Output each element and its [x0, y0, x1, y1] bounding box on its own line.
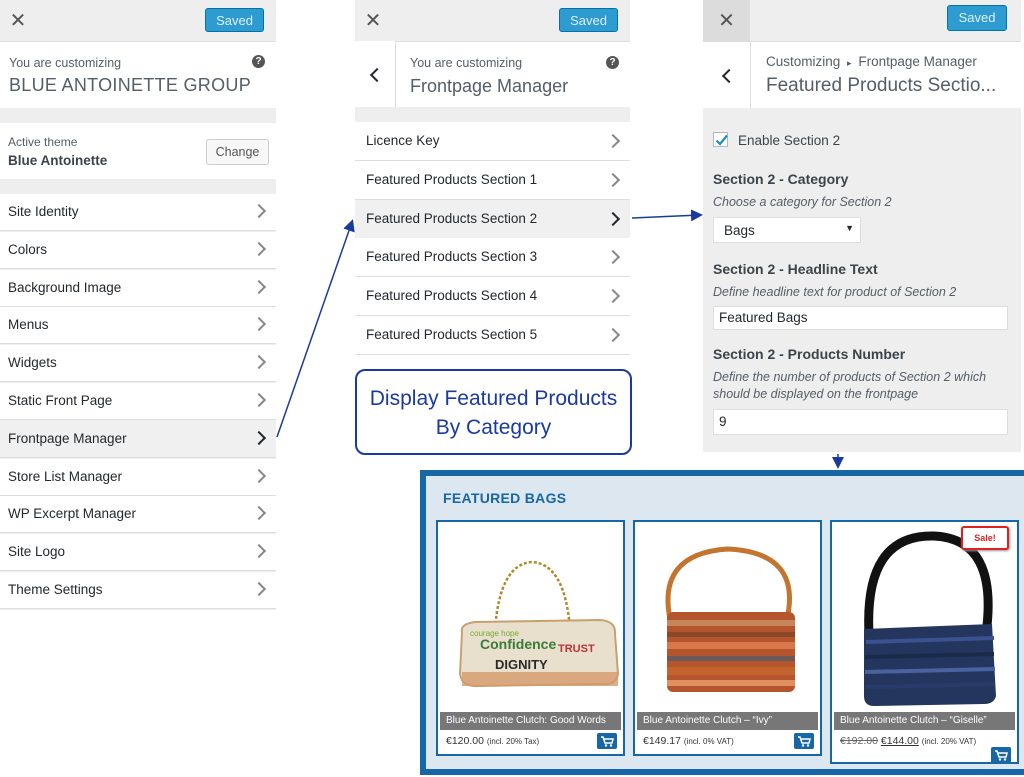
svg-text:Confidence: Confidence — [480, 636, 556, 652]
cart-icon — [798, 736, 811, 747]
product-name[interactable]: Blue Antoinette Clutch – “Giselle” — [834, 712, 1015, 730]
product-image[interactable] — [637, 524, 818, 710]
price-value: €120.00 — [446, 735, 484, 747]
old-price-value: €192.00 — [840, 735, 878, 747]
product-price: €192.00 €144.00 (incl. 20% VAT) — [840, 735, 976, 747]
preview-inner: FEATURED BAGS Confidence DIGNITY TRUST c… — [426, 476, 1024, 769]
price-tax-note: (incl. 0% VAT) — [683, 737, 734, 746]
product-image[interactable] — [834, 524, 1015, 710]
product-name[interactable]: Blue Antoinette Clutch: Good Words — [440, 712, 621, 730]
arrow-frontpage-to-sections — [276, 219, 355, 438]
sale-badge: Sale! — [961, 526, 1009, 550]
product-price: €120.00 (incl. 20% Tax) — [446, 735, 539, 747]
product-name[interactable]: Blue Antoinette Clutch – “Ivy” — [637, 712, 818, 730]
price-tax-note: (incl. 20% Tax) — [486, 737, 540, 746]
price-tax-note: (incl. 20% VAT) — [921, 737, 977, 746]
product-price: €149.17 (incl. 0% VAT) — [643, 735, 734, 747]
product-card[interactable]: Confidence DIGNITY TRUST courage hope Bl… — [436, 520, 625, 756]
svg-text:courage hope: courage hope — [470, 629, 519, 638]
price-value: €144.00 — [880, 735, 919, 747]
arrow-section2-to-settings — [631, 209, 703, 222]
product-card[interactable]: Sale! Blue Antoinette Clutch – “Giselle”… — [830, 520, 1019, 764]
callout-line-2: By Category — [435, 416, 552, 439]
annotation-callout: Display Featured Products By Category — [355, 369, 632, 455]
cart-icon — [601, 736, 614, 747]
add-to-cart-button[interactable] — [991, 747, 1011, 763]
add-to-cart-button[interactable] — [597, 733, 617, 749]
product-image[interactable]: Confidence DIGNITY TRUST courage hope — [440, 524, 621, 710]
svg-text:DIGNITY: DIGNITY — [495, 657, 548, 672]
add-to-cart-button[interactable] — [794, 733, 814, 749]
svg-text:TRUST: TRUST — [558, 643, 595, 655]
product-card[interactable]: Blue Antoinette Clutch – “Ivy” €149.17 (… — [633, 520, 822, 756]
price-value: €149.17 — [643, 735, 681, 747]
featured-title: FEATURED BAGS — [443, 490, 567, 506]
cart-icon — [995, 750, 1008, 761]
callout-line-1: Display Featured Products — [369, 387, 618, 410]
featured-products-preview: FEATURED BAGS Confidence DIGNITY TRUST c… — [420, 470, 1024, 775]
